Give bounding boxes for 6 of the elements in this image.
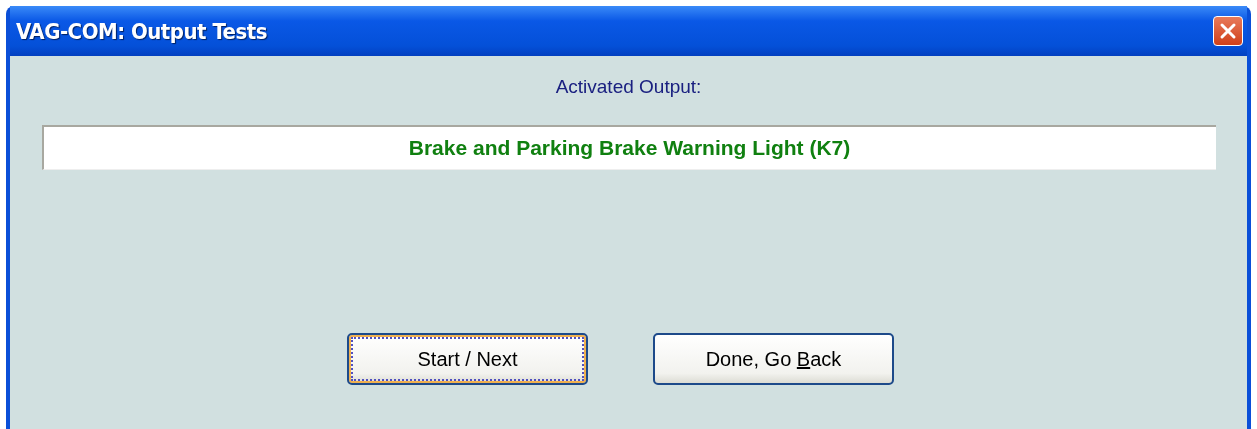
- dialog-button[interactable]: Done, Go Back: [653, 333, 894, 385]
- output-label: Activated Output:: [555, 75, 702, 99]
- dialog-button[interactable]: Start / Next: [347, 333, 588, 385]
- window-title: VAG-COM: Output Tests: [16, 18, 267, 44]
- close-button[interactable]: [1213, 16, 1243, 46]
- output-field: Brake and Parking Brake Warning Light (K7): [41, 125, 1216, 170]
